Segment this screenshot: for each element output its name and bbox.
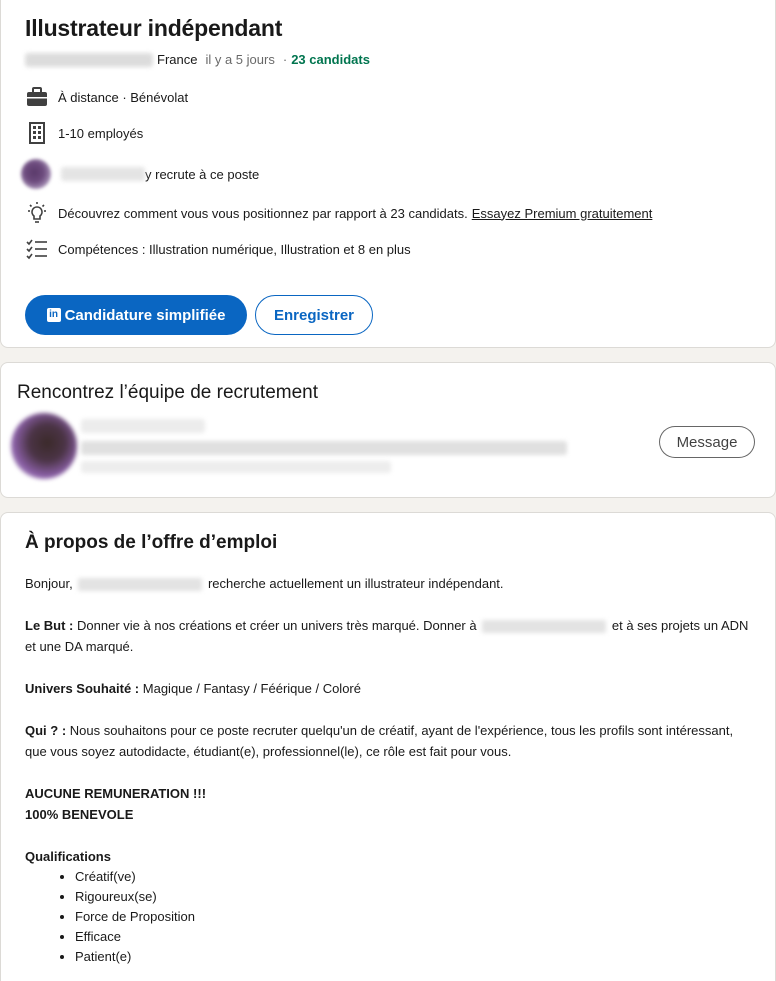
job-header-card: Illustrateur indépendant France il y a 5… [0, 0, 776, 348]
job-location: France [157, 52, 198, 67]
lightbulb-icon [25, 201, 49, 225]
premium-text: Découvrez comment vous vous positionnez … [58, 205, 468, 221]
recruiter-text: y recrute à ce poste [145, 166, 260, 182]
recruiter-row: y recrute à ce poste [21, 159, 260, 189]
list-item: Patient(e) [75, 947, 755, 967]
try-premium-link[interactable]: Essayez Premium gratuitement [472, 206, 653, 221]
company-size-row: 1-10 employés [25, 121, 143, 145]
hiring-team-title: Rencontrez l’équipe de recrutement [17, 382, 319, 403]
company-name-redacted[interactable] [25, 52, 153, 67]
company-name-redacted [78, 578, 203, 592]
job-posted: il y a 5 jours [205, 52, 275, 67]
company-name-redacted [482, 620, 607, 634]
list-item: Efficace [75, 927, 755, 947]
building-icon [25, 121, 49, 145]
recruiter-name-redacted[interactable] [61, 167, 145, 181]
intro-paragraph: Bonjour, recherche actuellement un illus… [25, 576, 504, 592]
universe-paragraph: Univers Souhaité : Magique / Fantasy / F… [25, 681, 361, 696]
skills-text: Compétences : Illustration numérique, Il… [58, 241, 411, 257]
list-item: Force de Proposition [75, 907, 755, 927]
about-title: À propos de l’offre d’emploi [25, 532, 278, 553]
qualifications-title: Qualifications [25, 849, 111, 864]
job-description-card: À propos de l’offre d’emploi Bonjour, re… [0, 512, 776, 981]
save-button[interactable]: Enregistrer [255, 295, 373, 335]
job-title: Illustrateur indépendant [25, 15, 283, 41]
workplace-row: À distance · Bénévolat [25, 85, 188, 109]
briefcase-icon [25, 85, 49, 109]
recruiter-avatar[interactable] [21, 159, 51, 189]
premium-row: Découvrez comment vous vous positionnez … [25, 201, 652, 225]
job-description: Bonjour, recherche actuellement un illus… [25, 573, 755, 967]
goal-paragraph: Le But : Donner vie à nos créations et c… [25, 618, 749, 654]
easy-apply-label: Candidature simplifiée [64, 306, 226, 324]
hiring-team-card: Rencontrez l’équipe de recrutement Messa… [0, 362, 776, 498]
meta-separator: · [282, 52, 288, 67]
hiring-member-avatar[interactable] [11, 413, 77, 479]
skills-row[interactable]: Compétences : Illustration numérique, Il… [25, 237, 411, 261]
remuneration-paragraph: AUCUNE REMUNERATION !!! 100% BENEVOLE [25, 786, 207, 822]
linkedin-logo-icon: in [46, 308, 61, 322]
job-meta-line: France il y a 5 jours · 23 candidats [25, 52, 370, 67]
message-button[interactable]: Message [659, 426, 755, 458]
checklist-icon [25, 237, 49, 261]
list-item: Créatif(ve) [75, 867, 755, 887]
who-paragraph: Qui ? : Nous souhaitons pour ce poste re… [25, 723, 734, 759]
qualifications-section: Qualifications Créatif(ve) Rigoureux(se)… [25, 846, 755, 967]
easy-apply-button[interactable]: in Candidature simplifiée [25, 295, 247, 335]
list-item: Rigoureux(se) [75, 887, 755, 907]
company-size-text: 1-10 employés [58, 125, 144, 141]
workplace-text: À distance · Bénévolat [58, 89, 189, 105]
applicant-count: 23 candidats [291, 52, 370, 67]
qualifications-list: Créatif(ve) Rigoureux(se) Force de Propo… [25, 867, 755, 967]
